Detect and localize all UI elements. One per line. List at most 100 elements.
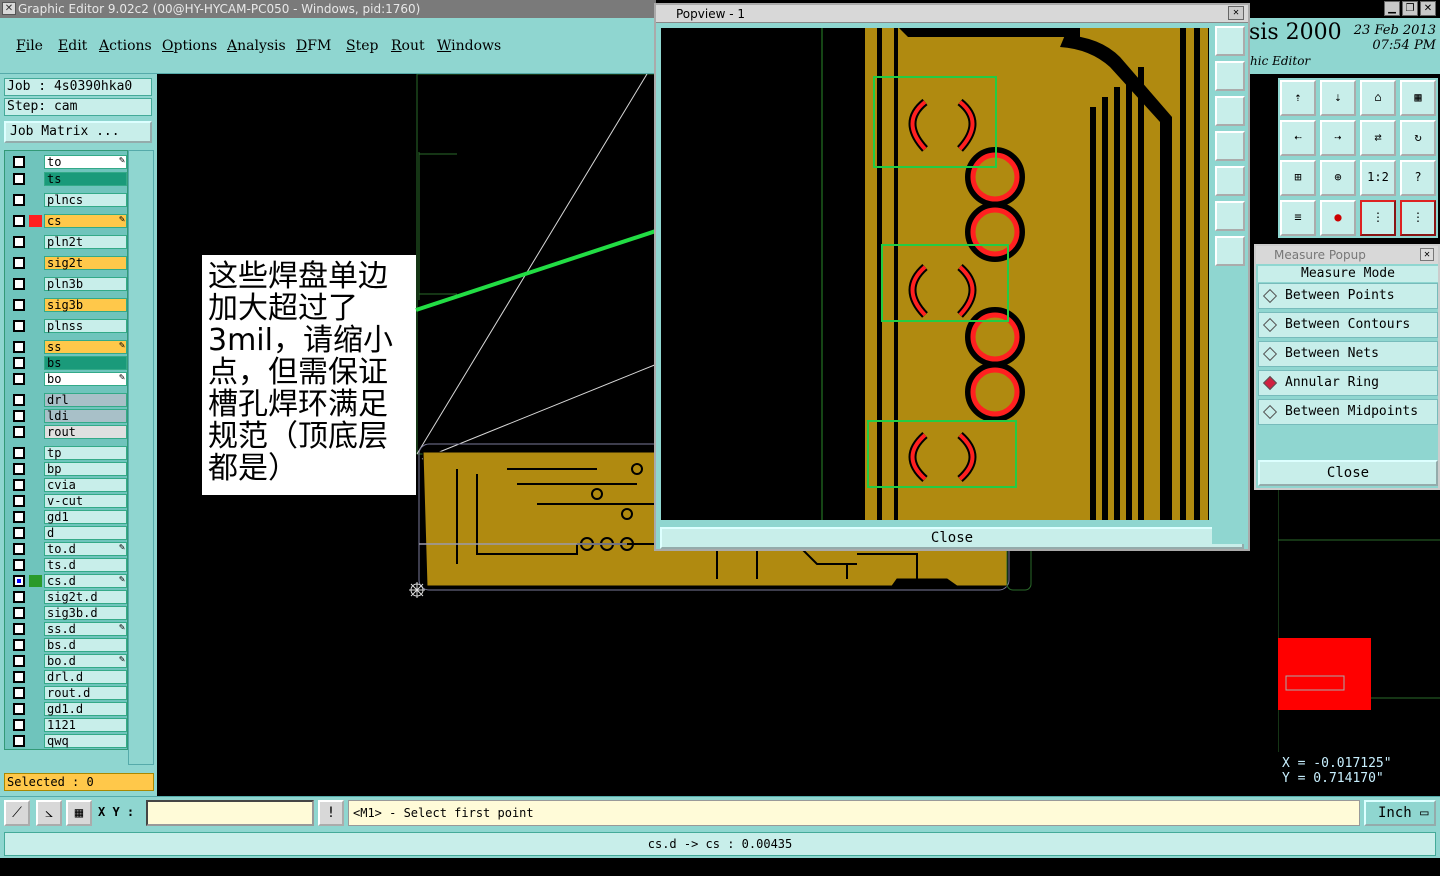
layer-row-to[interactable]: to ✎ xyxy=(9,155,127,169)
layer-row-gd1.d[interactable]: gd1.d xyxy=(9,702,127,716)
menu-rout[interactable]: Rout xyxy=(391,38,425,54)
layer-checkbox[interactable] xyxy=(13,495,25,507)
split-view-icon[interactable]: ▦ xyxy=(1400,80,1436,116)
layer-checkbox[interactable] xyxy=(13,655,25,667)
layer-checkbox[interactable] xyxy=(13,479,25,491)
settings-icon[interactable]: ≡ xyxy=(1280,200,1316,236)
layer-checkbox[interactable] xyxy=(13,173,25,185)
layer-row-sig2t[interactable]: sig2t xyxy=(9,256,127,270)
layer-row-sig3b.d[interactable]: sig3b.d xyxy=(9,606,127,620)
layer-row-bo[interactable]: bo ✎ xyxy=(9,372,127,386)
menu-windows[interactable]: Windows xyxy=(437,38,501,54)
layer-row-pln2t[interactable]: pln2t xyxy=(9,235,127,249)
overview-map[interactable] xyxy=(1278,490,1440,752)
layer-row-cs.d[interactable]: cs.d ✎ xyxy=(9,574,127,588)
layer-checkbox[interactable] xyxy=(13,357,25,369)
popview-canvas[interactable] xyxy=(660,27,1210,521)
xy-input[interactable] xyxy=(146,800,314,826)
view-top-icon[interactable] xyxy=(1215,26,1245,56)
layer-row-sig3b[interactable]: sig3b xyxy=(9,298,127,312)
layer-checkbox[interactable] xyxy=(13,511,25,523)
view-down-icon[interactable] xyxy=(1215,96,1245,126)
layer-checkbox[interactable] xyxy=(13,527,25,539)
menu-analysis[interactable]: Analysis xyxy=(227,38,286,54)
layer-row-v-cut[interactable]: v-cut xyxy=(9,494,127,508)
grid-icon[interactable]: ▦ xyxy=(66,800,92,826)
option-between-nets[interactable]: Between Nets xyxy=(1258,341,1438,367)
swap-icon[interactable]: ⇄ xyxy=(1360,120,1396,156)
layer-checkbox[interactable] xyxy=(13,623,25,635)
popview-close-button[interactable]: Close xyxy=(660,527,1244,549)
view-left-icon[interactable] xyxy=(1215,131,1245,161)
pan-down-icon[interactable]: ⇣ xyxy=(1320,80,1356,116)
zoom-center-icon[interactable] xyxy=(1215,236,1245,266)
view-up-icon[interactable] xyxy=(1215,61,1245,91)
popview-close-icon[interactable]: ✕ xyxy=(1228,6,1244,20)
layer-checkbox[interactable] xyxy=(13,194,25,206)
layer-row-ss.d[interactable]: ss.d ✎ xyxy=(9,622,127,636)
minimize-icon[interactable]: ▁ xyxy=(1384,1,1400,16)
layer-row-qwq[interactable]: qwq xyxy=(9,734,127,748)
layer-checkbox[interactable] xyxy=(13,426,25,438)
layer-row-ss[interactable]: ss ✎ xyxy=(9,340,127,354)
layer-row-pln3b[interactable]: pln3b xyxy=(9,277,127,291)
layer-row-ts.d[interactable]: ts.d xyxy=(9,558,127,572)
pan-left-icon[interactable]: ⇠ xyxy=(1280,120,1316,156)
layer-toggle2-icon[interactable]: ⋮ xyxy=(1400,200,1436,236)
layer-checkbox[interactable] xyxy=(13,703,25,715)
layer-row-bs[interactable]: bs xyxy=(9,356,127,370)
layer-checkbox[interactable] xyxy=(13,447,25,459)
layer-row-rout.d[interactable]: rout.d xyxy=(9,686,127,700)
layer-row-to.d[interactable]: to.d ✎ xyxy=(9,542,127,556)
option-between-midpoints[interactable]: Between Midpoints xyxy=(1258,399,1438,425)
snap-angle-icon[interactable]: ⦣ xyxy=(36,800,62,826)
layer-checkbox[interactable] xyxy=(13,278,25,290)
option-between-points[interactable]: Between Points xyxy=(1258,283,1438,309)
layer-row-bp[interactable]: bp xyxy=(9,462,127,476)
layer-toggle-icon[interactable]: ⋮ xyxy=(1360,200,1396,236)
zoom-fit-icon[interactable] xyxy=(1215,201,1245,231)
layer-checkbox[interactable] xyxy=(13,639,25,651)
snap-icon[interactable]: ● xyxy=(1320,200,1356,236)
layer-checkbox[interactable] xyxy=(13,687,25,699)
job-matrix-button[interactable]: Job Matrix ... xyxy=(4,121,152,143)
layer-row-bs.d[interactable]: bs.d xyxy=(9,638,127,652)
layer-row-ldi[interactable]: ldi xyxy=(9,409,127,423)
menu-options[interactable]: Options xyxy=(162,38,217,54)
layer-checkbox[interactable] xyxy=(13,543,25,555)
view-right-icon[interactable] xyxy=(1215,166,1245,196)
layer-checkbox[interactable] xyxy=(13,591,25,603)
measure-close-button[interactable]: Close xyxy=(1258,460,1438,486)
snap-grid-icon[interactable]: ⟋ xyxy=(4,800,30,826)
close-icon[interactable]: ✕ xyxy=(1420,1,1436,16)
layer-row-cs[interactable]: cs ✎ xyxy=(9,214,127,228)
option-between-contours[interactable]: Between Contours xyxy=(1258,312,1438,338)
menu-step[interactable]: Step xyxy=(346,38,378,54)
layer-checkbox[interactable] xyxy=(13,156,25,168)
measure-close-icon[interactable]: ✕ xyxy=(1420,248,1434,261)
help-icon[interactable]: ? xyxy=(1400,160,1436,196)
menu-edit[interactable]: Edit xyxy=(58,38,87,54)
layer-checkbox[interactable] xyxy=(13,575,25,587)
option-annular-ring[interactable]: Annular Ring xyxy=(1258,370,1438,396)
menu-actions[interactable]: Actions xyxy=(99,38,152,54)
menu-dfm[interactable]: DFM xyxy=(296,38,331,54)
layer-checkbox[interactable] xyxy=(13,341,25,353)
layer-checkbox[interactable] xyxy=(13,394,25,406)
layer-row-cvia[interactable]: cvia xyxy=(9,478,127,492)
layer-row-gd1[interactable]: gd1 xyxy=(9,510,127,524)
layer-row-drl.d[interactable]: drl.d xyxy=(9,670,127,684)
layer-row-d[interactable]: d xyxy=(9,526,127,540)
layer-checkbox[interactable] xyxy=(13,373,25,385)
layer-checkbox[interactable] xyxy=(13,463,25,475)
pan-right-icon[interactable]: ⇢ xyxy=(1320,120,1356,156)
layer-checkbox[interactable] xyxy=(13,559,25,571)
zoom-1-2-icon[interactable]: 1:2 xyxy=(1360,160,1396,196)
zoom-area-icon[interactable]: ⊕ xyxy=(1320,160,1356,196)
layer-row-1121[interactable]: 1121 xyxy=(9,718,127,732)
layer-checkbox[interactable] xyxy=(13,719,25,731)
layer-row-plnss[interactable]: plnss xyxy=(9,319,127,333)
layer-checkbox[interactable] xyxy=(13,410,25,422)
alert-icon[interactable]: ! xyxy=(318,800,344,826)
maximize-icon[interactable]: ❐ xyxy=(1402,1,1418,16)
